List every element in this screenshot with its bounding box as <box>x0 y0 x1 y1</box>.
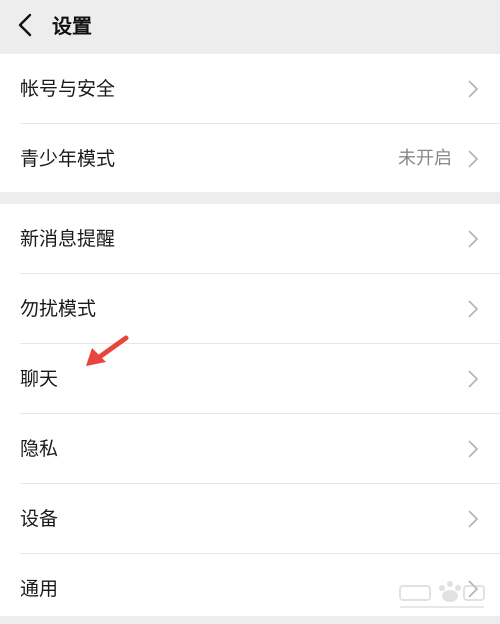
settings-row-chat[interactable]: 聊天 <box>0 344 500 414</box>
row-label: 新消息提醒 <box>20 204 115 274</box>
chevron-right-icon <box>468 370 478 388</box>
settings-row-do-not-disturb[interactable]: 勿扰模式 <box>0 274 500 344</box>
settings-group-account: 帐号与安全 青少年模式 未开启 <box>0 54 500 192</box>
chevron-left-icon <box>18 13 32 37</box>
chevron-right-icon <box>468 510 478 528</box>
settings-row-new-message-alerts[interactable]: 新消息提醒 <box>0 204 500 274</box>
chevron-right-icon <box>468 440 478 458</box>
back-button[interactable] <box>10 8 40 42</box>
row-label: 设备 <box>20 484 58 554</box>
row-label: 帐号与安全 <box>20 54 115 124</box>
row-label: 聊天 <box>20 344 58 414</box>
settings-row-teen-mode[interactable]: 青少年模式 未开启 <box>0 124 500 194</box>
page-title: 设置 <box>52 0 92 52</box>
row-label: 隐私 <box>20 414 58 484</box>
settings-row-devices[interactable]: 设备 <box>0 484 500 554</box>
chevron-right-icon <box>468 80 478 98</box>
teen-mode-status: 未开启 <box>398 124 452 194</box>
chevron-right-icon <box>468 300 478 318</box>
annotation-arrow-icon <box>84 334 130 368</box>
chevron-right-icon <box>468 230 478 248</box>
settings-row-account-security[interactable]: 帐号与安全 <box>0 54 500 124</box>
watermark-logo-icon <box>390 576 490 612</box>
settings-row-privacy[interactable]: 隐私 <box>0 414 500 484</box>
top-bar: 设置 <box>0 0 500 52</box>
chevron-right-icon <box>468 150 478 168</box>
row-label: 青少年模式 <box>20 124 115 194</box>
settings-group-general: 新消息提醒 勿扰模式 聊天 隐私 设备 通用 <box>0 204 500 616</box>
row-label: 通用 <box>20 554 58 624</box>
